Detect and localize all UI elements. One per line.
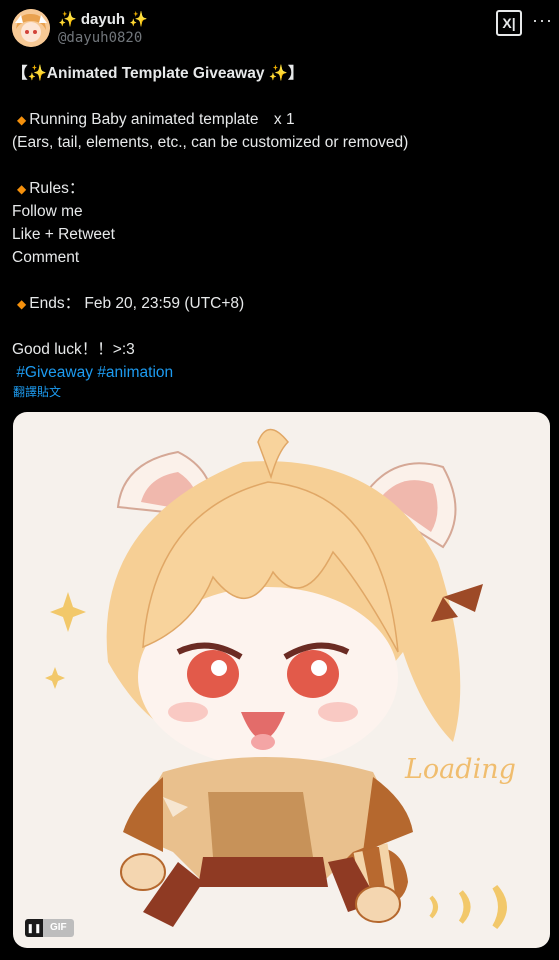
hashtags: #Giveaway #animation xyxy=(12,361,547,384)
avatar[interactable] xyxy=(12,9,50,47)
ends-line: ◆ Ends： Feb 20, 23:59 (UTC+8) xyxy=(12,292,547,315)
rule-comment: Comment xyxy=(12,249,80,266)
closing-text: Good luck！！>:3 xyxy=(12,341,135,358)
giveaway-title: 【✨Animated Template Giveaway ✨】 xyxy=(12,65,304,82)
hashtag-animation[interactable]: #animation xyxy=(97,364,173,381)
chibi-character-illustration xyxy=(45,428,507,930)
x-logo-icon: X| xyxy=(502,15,516,31)
gif-badge: GIF xyxy=(43,919,74,937)
orange-diamond-icon: ◆ xyxy=(17,182,27,196)
gif-controls: ❚❚ GIF xyxy=(25,919,74,937)
tweet-header: ✨ dayuh ✨ @dayuh0820 X| ··· xyxy=(0,0,559,56)
translate-post-link[interactable]: 翻譯貼文 xyxy=(13,383,61,400)
rule-like-retweet: Like + Retweet xyxy=(12,226,115,243)
pause-icon[interactable]: ❚❚ xyxy=(25,919,43,937)
author-display-name[interactable]: ✨ dayuh ✨ xyxy=(58,10,148,28)
tweet-text: 【✨Animated Template Giveaway ✨】 ◆ Running… xyxy=(12,62,547,384)
prize-line: ◆ Running Baby animated template x 1 xyxy=(12,108,547,131)
rule-follow: Follow me xyxy=(12,203,83,220)
orange-diamond-icon: ◆ xyxy=(17,297,27,311)
loading-overlay-text: Loading xyxy=(405,754,516,785)
prize-text: Running Baby animated template x 1 xyxy=(29,111,295,128)
avatar-image xyxy=(12,9,50,47)
more-options-icon[interactable]: ··· xyxy=(532,10,553,31)
ends-text: Ends： Feb 20, 23:59 (UTC+8) xyxy=(29,295,245,312)
media-gif[interactable]: Loading ❚❚ GIF xyxy=(13,412,550,948)
rules-text: Rules： xyxy=(29,180,85,197)
rules-heading: ◆ Rules： xyxy=(12,177,547,200)
hashtag-giveaway[interactable]: #Giveaway xyxy=(16,364,93,381)
orange-diamond-icon: ◆ xyxy=(17,113,27,127)
prize-note: (Ears, tail, elements, etc., can be cust… xyxy=(12,134,409,151)
x-logo-button[interactable]: X| xyxy=(496,10,522,36)
author-handle[interactable]: @dayuh0820 xyxy=(58,30,142,46)
